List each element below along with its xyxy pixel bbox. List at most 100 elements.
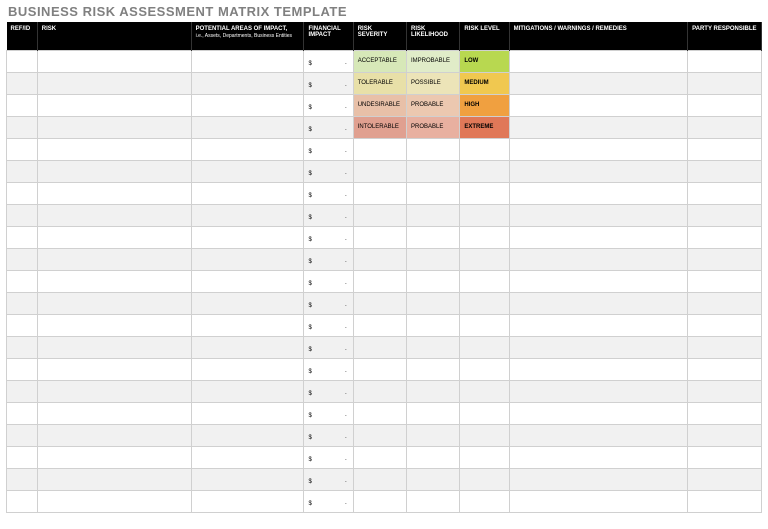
cell-ref[interactable]: [7, 204, 38, 226]
cell-mit[interactable]: [509, 116, 687, 138]
cell-areas[interactable]: [191, 160, 304, 182]
cell-lvl[interactable]: [460, 380, 509, 402]
cell-sev[interactable]: [353, 270, 406, 292]
cell-lvl[interactable]: [460, 468, 509, 490]
cell-areas[interactable]: [191, 402, 304, 424]
cell-fin[interactable]: $-: [304, 358, 353, 380]
cell-risk[interactable]: [37, 248, 191, 270]
cell-fin[interactable]: $-: [304, 50, 353, 72]
cell-fin[interactable]: $-: [304, 292, 353, 314]
cell-ref[interactable]: [7, 94, 38, 116]
cell-ref[interactable]: [7, 160, 38, 182]
cell-ref[interactable]: [7, 292, 38, 314]
cell-ref[interactable]: [7, 358, 38, 380]
cell-sev[interactable]: [353, 446, 406, 468]
cell-sev[interactable]: [353, 226, 406, 248]
cell-sev[interactable]: [353, 468, 406, 490]
cell-lik[interactable]: [407, 182, 460, 204]
cell-areas[interactable]: [191, 446, 304, 468]
cell-sev[interactable]: [353, 336, 406, 358]
cell-risk[interactable]: [37, 72, 191, 94]
cell-fin[interactable]: $-: [304, 336, 353, 358]
cell-lvl[interactable]: [460, 424, 509, 446]
cell-ref[interactable]: [7, 402, 38, 424]
cell-lvl[interactable]: [460, 490, 509, 512]
cell-party[interactable]: [688, 160, 762, 182]
cell-party[interactable]: [688, 116, 762, 138]
cell-lik[interactable]: [407, 380, 460, 402]
cell-fin[interactable]: $-: [304, 94, 353, 116]
cell-fin[interactable]: $-: [304, 116, 353, 138]
cell-mit[interactable]: [509, 138, 687, 160]
cell-lik[interactable]: [407, 270, 460, 292]
cell-fin[interactable]: $-: [304, 424, 353, 446]
cell-fin[interactable]: $-: [304, 446, 353, 468]
cell-fin[interactable]: $-: [304, 248, 353, 270]
cell-lvl[interactable]: [460, 292, 509, 314]
cell-lik[interactable]: POSSIBLE: [407, 72, 460, 94]
cell-ref[interactable]: [7, 116, 38, 138]
cell-sev[interactable]: INTOLERABLE: [353, 116, 406, 138]
cell-ref[interactable]: [7, 424, 38, 446]
cell-sev[interactable]: [353, 380, 406, 402]
cell-ref[interactable]: [7, 226, 38, 248]
cell-party[interactable]: [688, 336, 762, 358]
cell-party[interactable]: [688, 226, 762, 248]
cell-lvl[interactable]: [460, 204, 509, 226]
cell-fin[interactable]: $-: [304, 468, 353, 490]
cell-lvl[interactable]: [460, 402, 509, 424]
cell-party[interactable]: [688, 380, 762, 402]
cell-fin[interactable]: $-: [304, 204, 353, 226]
cell-risk[interactable]: [37, 94, 191, 116]
cell-party[interactable]: [688, 182, 762, 204]
cell-lik[interactable]: [407, 424, 460, 446]
cell-mit[interactable]: [509, 490, 687, 512]
cell-areas[interactable]: [191, 116, 304, 138]
cell-areas[interactable]: [191, 380, 304, 402]
cell-lvl[interactable]: [460, 446, 509, 468]
cell-lvl[interactable]: [460, 314, 509, 336]
cell-fin[interactable]: $-: [304, 402, 353, 424]
cell-lik[interactable]: [407, 248, 460, 270]
cell-areas[interactable]: [191, 270, 304, 292]
cell-ref[interactable]: [7, 446, 38, 468]
cell-fin[interactable]: $-: [304, 314, 353, 336]
cell-party[interactable]: [688, 424, 762, 446]
cell-party[interactable]: [688, 468, 762, 490]
cell-lvl[interactable]: [460, 336, 509, 358]
cell-areas[interactable]: [191, 72, 304, 94]
cell-risk[interactable]: [37, 402, 191, 424]
cell-lik[interactable]: [407, 446, 460, 468]
cell-risk[interactable]: [37, 380, 191, 402]
cell-mit[interactable]: [509, 358, 687, 380]
cell-lik[interactable]: [407, 358, 460, 380]
cell-mit[interactable]: [509, 50, 687, 72]
cell-mit[interactable]: [509, 248, 687, 270]
cell-lvl[interactable]: LOW: [460, 50, 509, 72]
cell-mit[interactable]: [509, 446, 687, 468]
cell-ref[interactable]: [7, 490, 38, 512]
cell-ref[interactable]: [7, 380, 38, 402]
cell-risk[interactable]: [37, 468, 191, 490]
cell-lik[interactable]: [407, 314, 460, 336]
cell-mit[interactable]: [509, 160, 687, 182]
cell-risk[interactable]: [37, 314, 191, 336]
cell-risk[interactable]: [37, 204, 191, 226]
cell-party[interactable]: [688, 490, 762, 512]
cell-mit[interactable]: [509, 336, 687, 358]
cell-risk[interactable]: [37, 424, 191, 446]
cell-lvl[interactable]: [460, 226, 509, 248]
cell-lvl[interactable]: MEDIUM: [460, 72, 509, 94]
cell-areas[interactable]: [191, 248, 304, 270]
cell-lvl[interactable]: EXTREME: [460, 116, 509, 138]
cell-mit[interactable]: [509, 314, 687, 336]
cell-areas[interactable]: [191, 138, 304, 160]
cell-risk[interactable]: [37, 226, 191, 248]
cell-risk[interactable]: [37, 358, 191, 380]
cell-areas[interactable]: [191, 314, 304, 336]
cell-mit[interactable]: [509, 380, 687, 402]
cell-fin[interactable]: $-: [304, 270, 353, 292]
cell-areas[interactable]: [191, 336, 304, 358]
cell-fin[interactable]: $-: [304, 160, 353, 182]
cell-sev[interactable]: TOLERABLE: [353, 72, 406, 94]
